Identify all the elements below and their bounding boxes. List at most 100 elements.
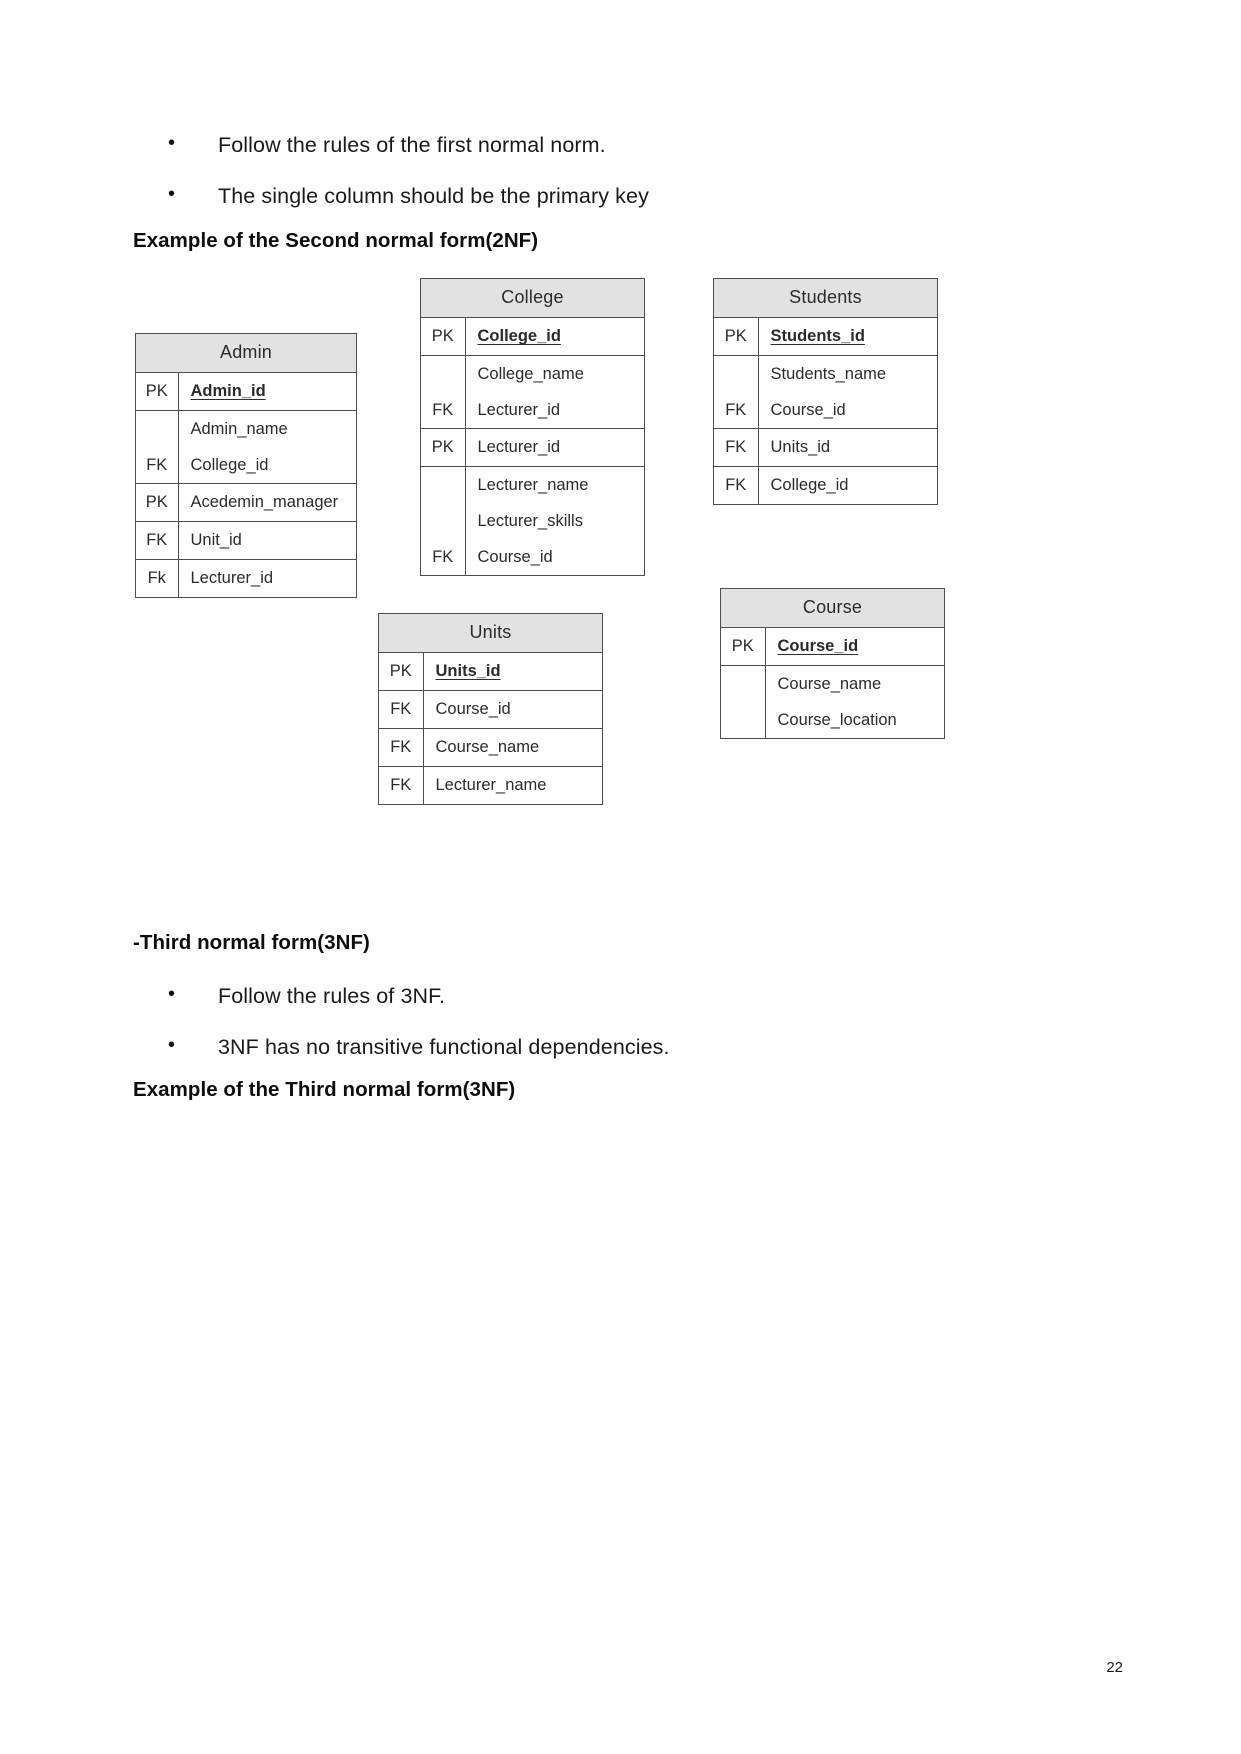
entity-attribute-label: Units_id (435, 662, 501, 680)
entity-row: PK Units_id (379, 653, 602, 691)
entity-row: PK Acedemin_manager (136, 483, 356, 522)
entity-title-students: Students (714, 279, 937, 318)
entity-field-cell: Students_name Course_id (758, 355, 937, 429)
entity-field-cell: Course_id (765, 628, 944, 666)
entity-key-label: FK (725, 400, 747, 419)
entity-key-cell: FK (136, 521, 179, 560)
entity-attribute-label: Course_id (477, 547, 553, 566)
entity-row: PK Course_id (721, 628, 944, 666)
entity-field-cell: Students_id (758, 318, 937, 356)
entity-attribute-label: Course_id (435, 700, 511, 718)
entity-key-label (714, 356, 758, 392)
entity-field-cell: Lecturer_name Lecturer_skills Course_id (465, 467, 644, 576)
entity-field-cell: Units_id (758, 428, 937, 467)
entity-key-cell: PK (714, 318, 759, 356)
entity-key-label (136, 411, 178, 447)
entity-field-cell: Course_name (423, 728, 602, 767)
entity-key-label (421, 503, 465, 539)
entity-row: FK Admin_name College_id (136, 410, 356, 484)
entity-key-cell: FK (379, 766, 424, 804)
entity-table-course: Course PK Course_id Course_name Course_locat… (720, 588, 945, 739)
document-page: Follow the rules of the first normal nor… (0, 0, 1241, 1754)
intro-bullet-1: The single column should be the primary … (150, 181, 649, 211)
entity-attribute-label: Acedemin_manager (190, 493, 339, 511)
entity-field-cell: Course_name Course_location (765, 666, 944, 739)
entity-key-cell: FK (379, 690, 424, 729)
entity-field-cell: College_id (758, 467, 937, 505)
heading-3nf-example: Example of the Third normal form(3NF) (133, 1078, 516, 1101)
entity-table-units: Units PK Units_id FK Course_id FK Course_name F… (378, 613, 603, 805)
entity-field-cell: Admin_name College_id (178, 410, 356, 484)
entity-key-cell: FK (714, 355, 759, 429)
entity-attribute-label: Admin_name (190, 419, 288, 438)
entity-field-cell: College_id (465, 318, 644, 356)
entity-attribute-label: Course_id (777, 637, 859, 655)
entity-attribute-label: Students_id (770, 327, 865, 345)
entity-attribute-label: Unit_id (190, 531, 242, 549)
entity-title-units: Units (379, 614, 602, 653)
entity-attribute-label: College_id (190, 455, 269, 474)
intro-bullet-list: Follow the rules of the first normal nor… (150, 130, 649, 234)
entity-field-cell: Lecturer_name (423, 767, 602, 805)
entity-attribute-label: Admin_id (190, 382, 266, 400)
entity-row: PK Students_id (714, 318, 937, 356)
entity-table-admin: Admin PK Admin_id FK Admin_name College_id PK A… (135, 333, 357, 598)
entity-attribute-label: Lecturer_skills (477, 511, 583, 530)
entity-row: PK Admin_id (136, 373, 356, 411)
entity-body-college: PK College_id FK College_name Lecturer_id PK L… (421, 318, 644, 575)
entity-key-cell: FK (136, 410, 179, 484)
entity-key-label: FK (432, 400, 454, 419)
entity-key-cell: PK (721, 628, 766, 666)
entity-attribute-label: Lecturer_name (435, 776, 547, 794)
entity-attribute-label: Lecturer_name (477, 475, 589, 494)
entity-key-cell: PK (136, 373, 179, 411)
entity-row: Fk Lecturer_id (136, 559, 356, 598)
entity-key-label: FK (432, 547, 454, 566)
entity-key-cell: FK (421, 355, 466, 429)
entity-attribute-label: Course_location (777, 710, 897, 729)
entity-field-cell: Course_id (423, 690, 602, 729)
entity-key-label: FK (146, 455, 168, 474)
entity-key-cell: FK (714, 428, 759, 467)
entity-key-cell: PK (136, 483, 179, 522)
entity-row: FK Students_name Course_id (714, 355, 937, 429)
entity-attribute-label: Course_name (777, 674, 882, 693)
entity-field-cell: Admin_id (178, 373, 356, 411)
entity-attribute-label: Course_id (770, 400, 846, 419)
heading-3nf: -Third normal form(3NF) (133, 931, 370, 954)
entity-field-cell: Lecturer_id (465, 428, 644, 467)
entity-attribute-label: Lecturer_id (190, 569, 274, 587)
entity-body-students: PK Students_id FK Students_name Course_id FK U… (714, 318, 937, 504)
intro-bullet-0: Follow the rules of the first normal nor… (150, 130, 649, 160)
entity-row: FK Course_id (379, 690, 602, 729)
entity-row: Course_name Course_location (721, 665, 944, 739)
entity-key-cell: FK (421, 466, 466, 575)
entity-key-cell (721, 665, 766, 738)
entity-attribute-label: Students_name (770, 364, 887, 383)
entity-row: FK Lecturer_name (379, 766, 602, 805)
entity-field-cell: Units_id (423, 653, 602, 691)
entity-key-cell: PK (421, 428, 466, 467)
entity-attribute-label: College_id (477, 327, 561, 345)
entity-key-cell: Fk (136, 559, 179, 597)
entity-attribute-label: College_name (477, 364, 584, 383)
entity-title-college: College (421, 279, 644, 318)
entity-row: FK College_id (714, 466, 937, 505)
entity-key-label (721, 702, 765, 738)
entity-key-label (721, 666, 765, 702)
heading-2nf-example: Example of the Second normal form(2NF) (133, 229, 539, 252)
entity-body-units: PK Units_id FK Course_id FK Course_name FK Lect… (379, 653, 602, 804)
entity-row: FK College_name Lecturer_id (421, 355, 644, 429)
entity-attribute-label: College_id (770, 476, 849, 494)
entity-row: FK Unit_id (136, 521, 356, 560)
entity-field-cell: Lecturer_id (178, 560, 356, 598)
entity-key-cell: FK (379, 728, 424, 767)
entity-row: PK Lecturer_id (421, 428, 644, 467)
entity-key-cell: PK (379, 653, 424, 691)
bullet-3nf-0: Follow the rules of 3NF. (150, 981, 670, 1011)
entity-attribute-label: Course_name (435, 738, 540, 756)
entity-attribute-label: Units_id (770, 438, 831, 456)
entity-title-admin: Admin (136, 334, 356, 373)
entity-field-cell: Acedemin_manager (178, 483, 356, 522)
bullet-3nf-1: 3NF has no transitive functional depende… (150, 1032, 670, 1062)
